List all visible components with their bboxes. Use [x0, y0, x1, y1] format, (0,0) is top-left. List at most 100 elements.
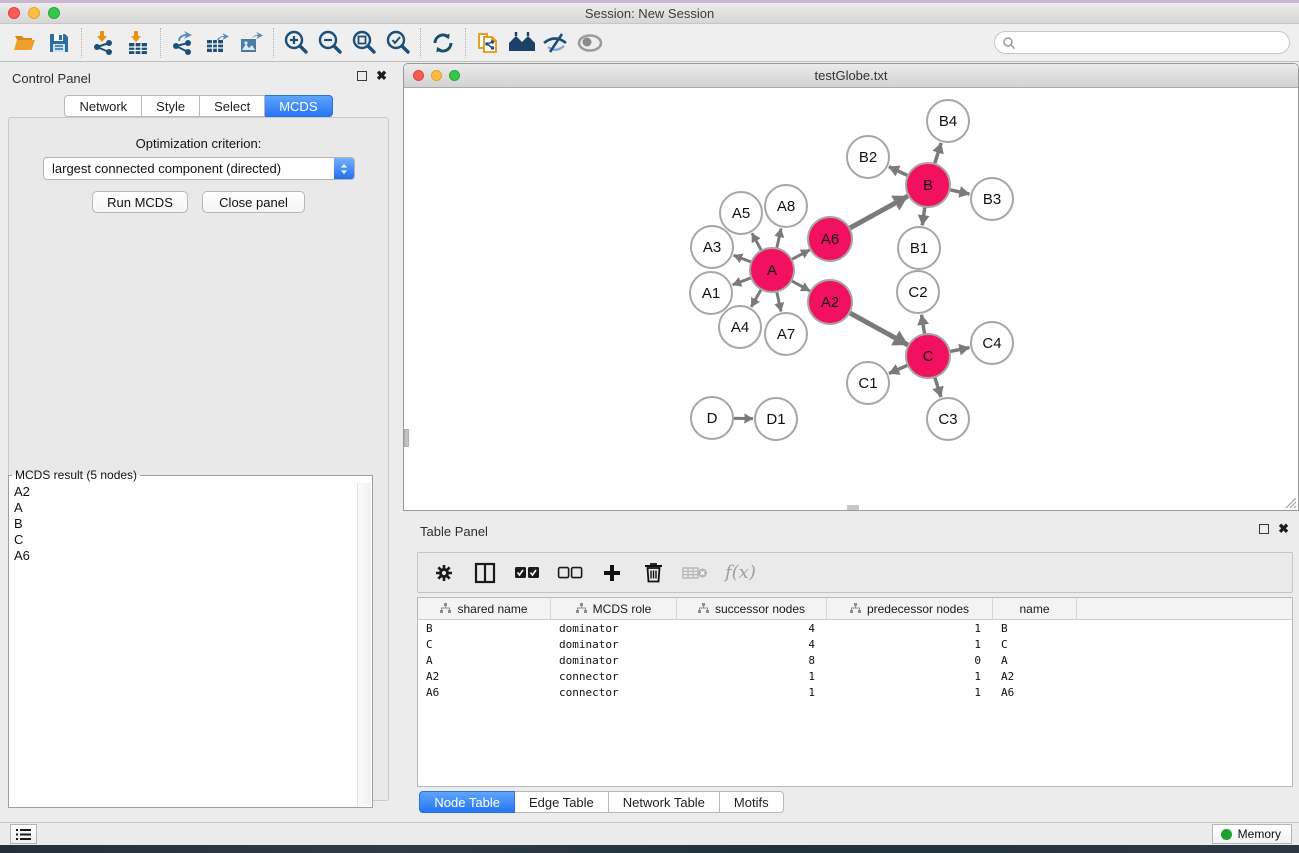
- close-window-button[interactable]: [8, 7, 20, 19]
- graph-edge[interactable]: [847, 311, 908, 345]
- graph-node[interactable]: A7: [765, 313, 807, 355]
- column-header-mcds-role[interactable]: MCDS role: [551, 598, 677, 619]
- export-network-icon[interactable]: [166, 27, 200, 59]
- tab-mcds[interactable]: MCDS: [265, 95, 332, 117]
- mcds-result-item[interactable]: A6: [10, 548, 356, 564]
- graph-node[interactable]: C2: [897, 271, 939, 313]
- column-header-shared-name[interactable]: shared name: [418, 598, 551, 619]
- column-header-successor-nodes[interactable]: successor nodes: [677, 598, 827, 619]
- tab-network[interactable]: Network: [64, 95, 142, 117]
- refresh-layout-icon[interactable]: [426, 27, 460, 59]
- graph-node[interactable]: D1: [755, 398, 797, 440]
- tab-network-table[interactable]: Network Table: [609, 791, 720, 813]
- graph-node[interactable]: C4: [971, 322, 1013, 364]
- table-cell: A6: [993, 686, 1077, 699]
- delete-table-icon-disabled: [682, 560, 708, 586]
- table-header-row: shared name MCDS role successor nodes pr…: [418, 598, 1292, 620]
- network-close-button[interactable]: [413, 70, 424, 81]
- table-settings-gear-icon[interactable]: [432, 560, 456, 586]
- export-image-icon[interactable]: [234, 27, 268, 59]
- tab-motifs[interactable]: Motifs: [720, 791, 784, 813]
- search-input[interactable]: [1016, 33, 1289, 52]
- graph-node[interactable]: C1: [847, 362, 889, 404]
- add-column-plus-icon[interactable]: [600, 560, 624, 586]
- graph-node[interactable]: B: [906, 163, 950, 207]
- tab-style[interactable]: Style: [142, 95, 200, 117]
- float-table-panel-icon[interactable]: [1259, 524, 1269, 534]
- table-cell: connector: [551, 686, 677, 699]
- tab-node-table[interactable]: Node Table: [419, 791, 515, 813]
- duplicate-network-icon[interactable]: [471, 27, 505, 59]
- tab-edge-table[interactable]: Edge Table: [515, 791, 609, 813]
- open-session-icon[interactable]: [8, 27, 42, 59]
- select-all-icon[interactable]: [514, 560, 540, 586]
- graph-node[interactable]: B1: [898, 227, 940, 269]
- graph-node[interactable]: A3: [691, 226, 733, 268]
- graph-node[interactable]: B4: [927, 100, 969, 142]
- graph-node[interactable]: D: [691, 397, 733, 439]
- table-row[interactable]: A6connector11A6: [418, 684, 1292, 700]
- graph-node[interactable]: A1: [690, 272, 732, 314]
- graph-node[interactable]: B2: [847, 136, 889, 178]
- graph-node[interactable]: C: [906, 334, 950, 378]
- import-table-icon[interactable]: [121, 27, 155, 59]
- minimize-window-button[interactable]: [28, 7, 40, 19]
- network-zoom-button[interactable]: [449, 70, 460, 81]
- zoom-selected-icon[interactable]: [381, 27, 415, 59]
- table-row[interactable]: Cdominator41C: [418, 636, 1292, 652]
- close-panel-icon[interactable]: ✖: [376, 71, 387, 81]
- table-row[interactable]: Bdominator41B: [418, 620, 1292, 636]
- mcds-result-item[interactable]: B: [10, 516, 356, 532]
- memory-button[interactable]: Memory: [1212, 824, 1292, 844]
- table-panel-title: Table Panel: [420, 524, 488, 539]
- graph-node[interactable]: A: [750, 248, 794, 292]
- vertical-scrollbar-thumb[interactable]: [404, 429, 409, 447]
- network-canvas[interactable]: B4 B2 B B3 A8A5 A6 A3 B1 A A1 C2 A2 A4A7 C4 C C1 C3 D D1: [404, 89, 1298, 510]
- zoom-out-icon[interactable]: [313, 27, 347, 59]
- graph-edge[interactable]: [847, 196, 908, 230]
- hide-detail-icon[interactable]: [539, 27, 573, 59]
- horizontal-scrollbar-thumb[interactable]: [847, 505, 859, 510]
- resize-grip-icon[interactable]: [1285, 497, 1297, 509]
- graph-node[interactable]: B3: [971, 178, 1013, 220]
- home-icon[interactable]: [505, 27, 539, 59]
- graph-node[interactable]: A6: [808, 217, 852, 261]
- table-cell: A6: [418, 686, 551, 699]
- table-cell: C: [418, 638, 551, 651]
- deselect-all-icon[interactable]: [557, 560, 583, 586]
- graph-node-label: C4: [982, 335, 1001, 352]
- float-panel-icon[interactable]: [357, 71, 367, 81]
- show-eye-icon[interactable]: [573, 27, 607, 59]
- zoom-window-button[interactable]: [48, 7, 60, 19]
- mcds-result-item[interactable]: C: [10, 532, 356, 548]
- result-scrollbar[interactable]: [357, 483, 371, 806]
- close-table-panel-icon[interactable]: ✖: [1278, 524, 1289, 534]
- task-history-button[interactable]: [10, 824, 37, 844]
- graph-node[interactable]: A2: [808, 280, 852, 324]
- export-table-icon[interactable]: [200, 27, 234, 59]
- search-field[interactable]: [994, 31, 1290, 54]
- graph-node[interactable]: C3: [927, 398, 969, 440]
- table-row[interactable]: Adominator80A: [418, 652, 1292, 668]
- table-row[interactable]: A2connector11A2: [418, 668, 1292, 684]
- split-column-icon[interactable]: [473, 560, 497, 586]
- tab-select[interactable]: Select: [200, 95, 265, 117]
- close-panel-button[interactable]: Close panel: [202, 191, 305, 213]
- table-toolbar: f(x): [417, 552, 1293, 593]
- graph-node[interactable]: A4: [719, 306, 761, 348]
- optimization-criterion-select[interactable]: largest connected component (directed): [43, 157, 355, 180]
- delete-trash-icon[interactable]: [641, 560, 665, 586]
- mcds-result-item[interactable]: A2: [10, 484, 356, 500]
- import-network-icon[interactable]: [87, 27, 121, 59]
- graph-node[interactable]: A5: [720, 192, 762, 234]
- zoom-in-icon[interactable]: [279, 27, 313, 59]
- graph-node[interactable]: A8: [765, 185, 807, 227]
- mcds-result-item[interactable]: A: [10, 500, 356, 516]
- table-cell: A: [993, 654, 1077, 667]
- save-session-icon[interactable]: [42, 27, 76, 59]
- column-header-name[interactable]: name: [993, 598, 1077, 619]
- zoom-fit-icon[interactable]: [347, 27, 381, 59]
- run-mcds-button[interactable]: Run MCDS: [92, 191, 188, 213]
- column-header-predecessor-nodes[interactable]: predecessor nodes: [827, 598, 993, 619]
- network-minimize-button[interactable]: [431, 70, 442, 81]
